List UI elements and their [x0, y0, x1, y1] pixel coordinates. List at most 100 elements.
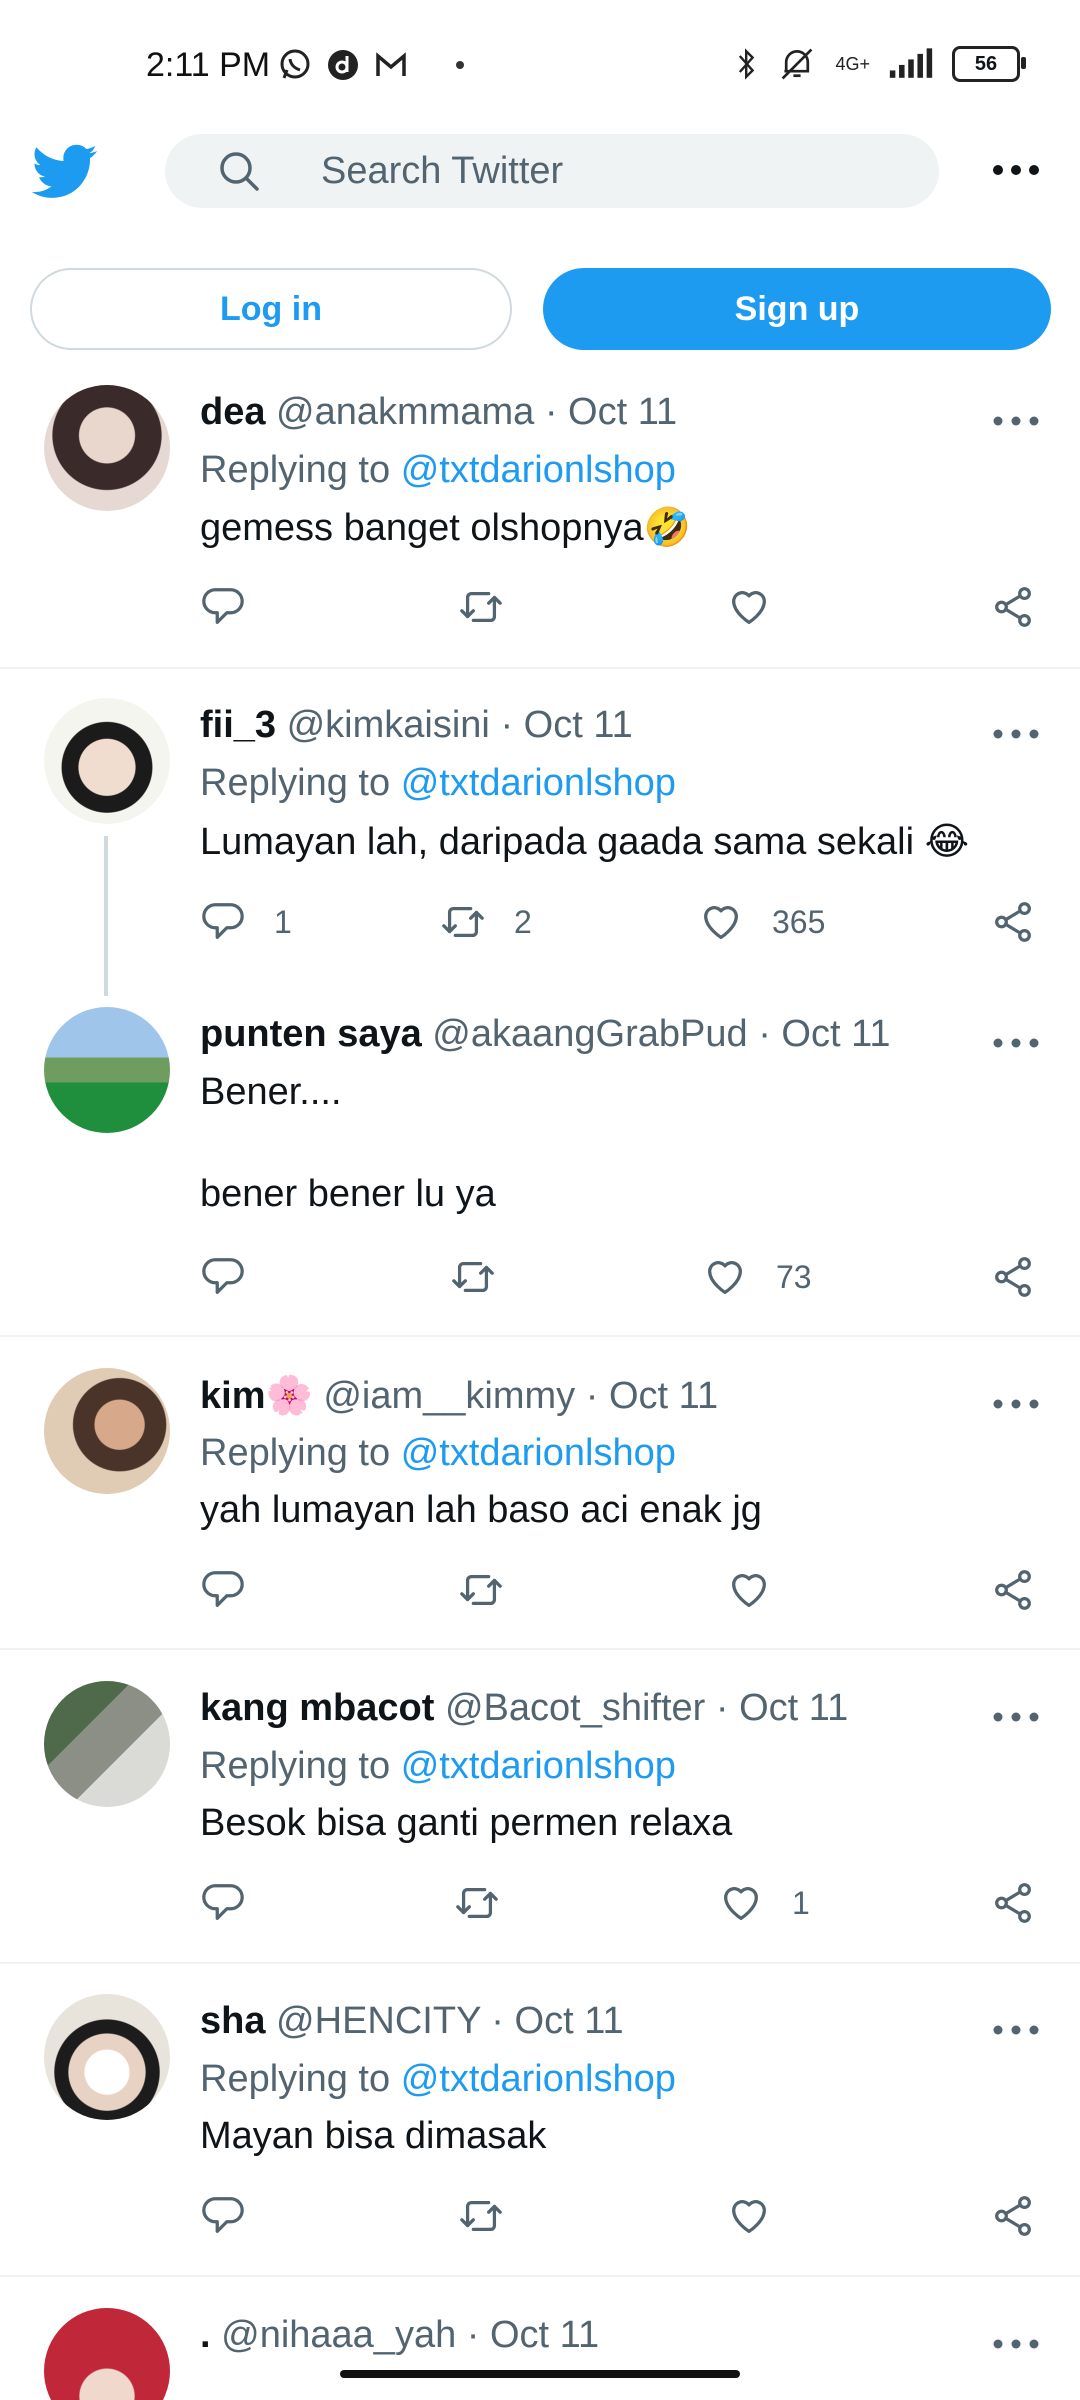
user-handle[interactable]: @HENCITY	[276, 2000, 481, 2042]
avatar[interactable]	[44, 1368, 170, 1494]
retweet-button[interactable]	[458, 577, 532, 637]
more-options-icon[interactable]	[986, 160, 1046, 180]
tweet-date[interactable]: Oct 11	[515, 2000, 624, 2042]
mention-link[interactable]: @txtdarionlshop	[401, 762, 676, 804]
mute-icon	[782, 48, 813, 80]
user-handle[interactable]: @anakmmama	[276, 391, 534, 433]
retweet-button[interactable]: 2	[440, 892, 532, 952]
tweet[interactable]: kim🌸 @iam__kimmy · Oct 11 Replying to @t…	[0, 1368, 1080, 1650]
share-button[interactable]	[990, 892, 1036, 952]
tweet-more-icon[interactable]	[986, 2020, 1046, 2040]
status-bar: 2:11 PM 4G+ 56	[0, 0, 1080, 140]
user-handle[interactable]: @iam__kimmy	[323, 1375, 575, 1417]
tweet-more-icon[interactable]	[986, 1707, 1046, 1727]
share-icon	[990, 1254, 1036, 1300]
tweet-more-icon[interactable]	[986, 1394, 1046, 1414]
tweet-date[interactable]: Oct 11	[739, 1687, 848, 1729]
divider	[0, 1962, 1080, 1964]
tweet[interactable]: . @nihaaa_yah · Oct 11	[0, 2308, 1080, 2400]
tweet-actions: 1	[200, 1873, 1050, 1933]
tweet-text: Mayan bisa dimasak	[200, 2115, 547, 2157]
share-button[interactable]	[990, 1247, 1036, 1307]
notification-icons	[278, 48, 464, 82]
reply-button[interactable]: 1	[200, 892, 292, 952]
tweet-more-icon[interactable]	[986, 411, 1046, 431]
tweet[interactable]: fii_3 @kimkaisini · Oct 11 Replying to @…	[0, 698, 1080, 998]
tweet[interactable]: kang mbacot @Bacot_shifter · Oct 11 Repl…	[0, 1681, 1080, 1963]
user-name[interactable]: sha	[200, 2000, 265, 2042]
user-name[interactable]: .	[200, 2314, 211, 2356]
heart-icon	[718, 1880, 764, 1926]
tweet[interactable]: sha @HENCITY · Oct 11 Replying to @txtda…	[0, 1994, 1080, 2276]
replying-to-line: Replying to @txtdarionlshop	[200, 1745, 676, 1788]
reply-icon	[200, 1254, 246, 1300]
tweet-more-icon[interactable]	[986, 1033, 1046, 1053]
share-button[interactable]	[990, 1560, 1036, 1620]
like-count: 73	[776, 1258, 812, 1295]
retweet-icon	[454, 1880, 500, 1926]
tweet-date[interactable]: Oct 11	[781, 1013, 890, 1055]
user-handle[interactable]: @akaangGrabPud	[432, 1013, 747, 1055]
like-button[interactable]	[726, 2186, 800, 2246]
whatsapp-icon	[278, 48, 312, 82]
retweet-button[interactable]	[454, 1873, 528, 1933]
mention-link[interactable]: @txtdarionlshop	[401, 1432, 676, 1474]
reply-button[interactable]	[200, 1560, 274, 1620]
home-indicator[interactable]	[340, 2370, 740, 2378]
tweet[interactable]: punten saya @akaangGrabPud · Oct 11 Bene…	[0, 1007, 1080, 1325]
sign-up-button[interactable]: Sign up	[543, 268, 1051, 350]
retweet-button[interactable]	[458, 1560, 532, 1620]
app-d-icon	[326, 48, 360, 82]
avatar[interactable]	[44, 385, 170, 511]
avatar[interactable]	[44, 698, 170, 824]
reply-button[interactable]	[200, 1247, 274, 1307]
retweet-button[interactable]	[458, 2186, 532, 2246]
tweet-date[interactable]: Oct 11	[524, 704, 633, 746]
share-button[interactable]	[990, 1873, 1036, 1933]
user-name[interactable]: kim🌸	[200, 1375, 313, 1417]
network-type: 4G+	[835, 54, 870, 74]
user-handle[interactable]: @nihaaa_yah	[221, 2314, 456, 2356]
log-in-button[interactable]: Log in	[30, 268, 512, 350]
reply-button[interactable]	[200, 2186, 274, 2246]
reply-button[interactable]	[200, 577, 274, 637]
retweet-button[interactable]	[450, 1247, 524, 1307]
twitter-logo-icon[interactable]	[32, 144, 98, 200]
like-button[interactable]: 1	[718, 1873, 810, 1933]
tweet-more-icon[interactable]	[986, 724, 1046, 744]
user-name[interactable]: punten saya	[200, 1013, 422, 1055]
mention-link[interactable]: @txtdarionlshop	[401, 1745, 676, 1787]
like-button[interactable]	[726, 1560, 800, 1620]
like-button[interactable]	[726, 577, 800, 637]
reply-button[interactable]	[200, 1873, 274, 1933]
mention-link[interactable]: @txtdarionlshop	[401, 2058, 676, 2100]
search-icon	[220, 152, 259, 191]
dot-icon	[456, 61, 464, 69]
retweet-icon	[440, 899, 486, 945]
avatar[interactable]	[44, 1681, 170, 1807]
share-button[interactable]	[990, 577, 1036, 637]
user-name[interactable]: dea	[200, 391, 265, 433]
top-header: Search Twitter	[0, 130, 1080, 230]
separator: ·	[758, 1013, 771, 1055]
like-button[interactable]: 73	[702, 1247, 812, 1307]
tweet[interactable]: dea @anakmmama · Oct 11 Replying to @txt…	[0, 385, 1080, 667]
user-name[interactable]: fii_3	[200, 704, 276, 746]
mention-link[interactable]: @txtdarionlshop	[401, 449, 676, 491]
avatar[interactable]	[44, 2308, 170, 2400]
avatar[interactable]	[44, 1007, 170, 1133]
avatar[interactable]	[44, 1994, 170, 2120]
tweet-more-icon[interactable]	[986, 2334, 1046, 2354]
user-handle[interactable]: @kimkaisini	[287, 704, 490, 746]
tweet-text: Lumayan lah, daripada gaada sama sekali …	[200, 821, 969, 863]
user-handle[interactable]: @Bacot_shifter	[445, 1687, 705, 1729]
share-button[interactable]	[990, 2186, 1036, 2246]
tweet-text: yah lumayan lah baso aci enak jg	[200, 1489, 762, 1531]
reply-icon	[200, 584, 246, 630]
tweet-date[interactable]: Oct 11	[490, 2314, 599, 2356]
tweet-date[interactable]: Oct 11	[609, 1375, 718, 1417]
like-button[interactable]: 365	[698, 892, 825, 952]
user-name[interactable]: kang mbacot	[200, 1687, 434, 1729]
search-bar[interactable]: Search Twitter	[165, 134, 939, 208]
tweet-date[interactable]: Oct 11	[568, 391, 677, 433]
